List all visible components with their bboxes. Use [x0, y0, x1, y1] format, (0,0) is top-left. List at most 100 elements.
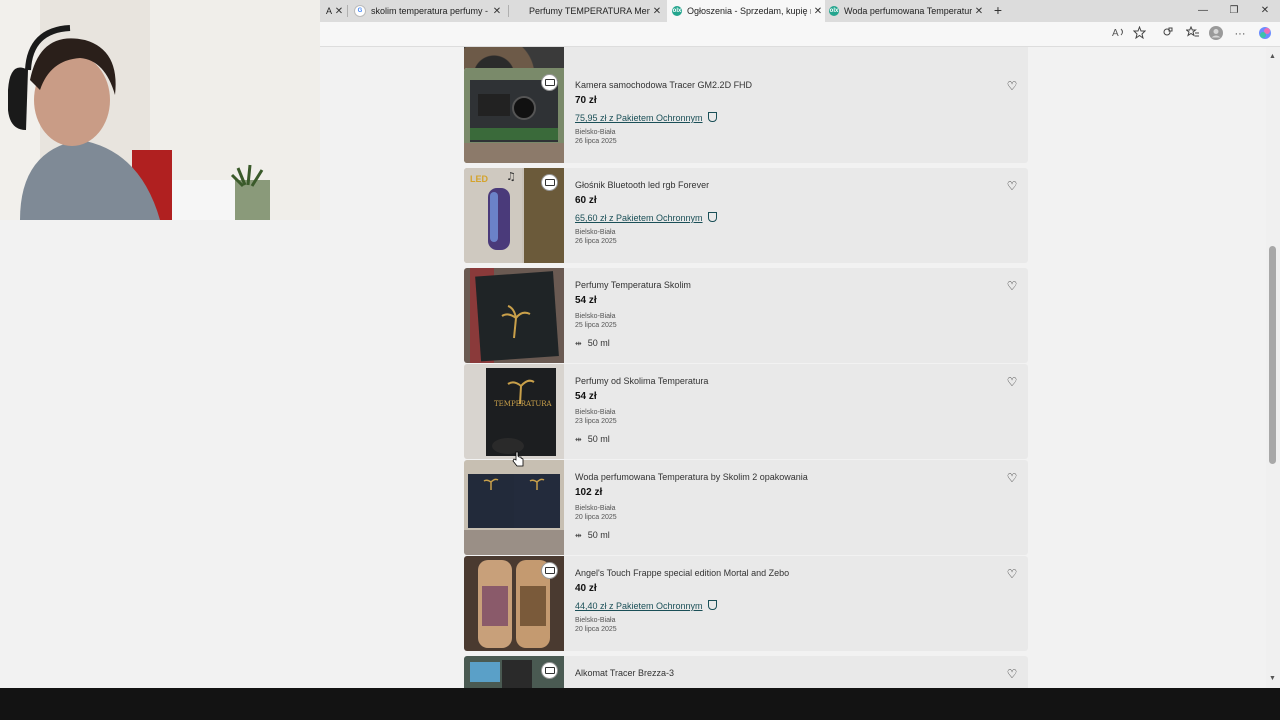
delivery-icon: [541, 562, 558, 579]
minimize-button[interactable]: —: [1188, 0, 1218, 22]
heart-icon[interactable]: ♡: [1006, 180, 1018, 192]
listing-price: 102 zł: [575, 487, 603, 498]
listing-title[interactable]: Angel's Touch Frappe special edition Mor…: [575, 568, 789, 578]
listing-location: Bielsko-Biała: [575, 129, 616, 136]
tab-3-active[interactable]: olx Ogłoszenia - Sprzedam, kupię na ✕: [667, 0, 825, 22]
listing-title[interactable]: Perfumy Temperatura Skolim: [575, 280, 691, 290]
tab-title: Perfumy TEMPERATURA Men&W: [529, 6, 650, 16]
listing-title[interactable]: Alkomat Tracer Brezza-3: [575, 668, 674, 678]
listing-card[interactable]: Woda perfumowana Temperatura by Skolim 2…: [464, 460, 1028, 555]
listing-card[interactable]: Kamera samochodowa Tracer GM2.2D FHD 70 …: [464, 68, 1028, 163]
protection-price-link[interactable]: 75,95 zł z Pakietem Ochronnym: [575, 112, 717, 123]
heart-icon[interactable]: ♡: [1006, 668, 1018, 680]
scroll-up-icon[interactable]: ▲: [1269, 53, 1276, 60]
tab-2[interactable]: Perfumy TEMPERATURA Men&W ✕: [514, 0, 664, 22]
heart-icon[interactable]: ♡: [1006, 280, 1018, 292]
protection-price-link[interactable]: 65,60 zł z Pakietem Ochronnym: [575, 212, 717, 223]
heart-icon[interactable]: ♡: [1006, 568, 1018, 580]
listing-card[interactable]: Perfumy Temperatura Skolim 54 zł Bielsko…: [464, 268, 1028, 363]
tab-1[interactable]: G skolim temperatura perfumy - Sz ✕: [354, 0, 504, 22]
listing-card[interactable]: TEMPERATURA Perfumy od Skolima Temperatu…: [464, 364, 1028, 459]
listing-photo: LED ♫: [464, 168, 564, 263]
page-icon: [514, 6, 524, 16]
more-icon[interactable]: ···: [1232, 26, 1248, 42]
listing-location: Bielsko-Biała: [575, 505, 616, 512]
screen-bottom-strip: [0, 688, 1280, 720]
tab-title: skolim temperatura perfumy - Sz: [371, 6, 490, 16]
svg-text:LED: LED: [470, 174, 489, 184]
size-icon: ⇹: [575, 339, 582, 348]
listing-location: Bielsko-Biała: [575, 313, 616, 320]
tab-title: Woda perfumowana Temperatura: [844, 6, 972, 16]
favorite-star-icon[interactable]: [1131, 25, 1147, 42]
scroll-down-icon[interactable]: ▼: [1269, 675, 1276, 682]
webcam-overlay: [0, 0, 320, 220]
close-tab-icon[interactable]: ✕: [490, 6, 504, 17]
delivery-icon: [541, 174, 558, 191]
scrollbar-thumb[interactable]: [1269, 246, 1276, 464]
delivery-icon: [541, 74, 558, 91]
listing-date: 20 lipca 2025: [575, 514, 617, 521]
listing-photo: [464, 656, 564, 688]
maximize-button[interactable]: ❐: [1219, 0, 1249, 22]
listing-title[interactable]: Głośnik Bluetooth led rgb Forever: [575, 180, 709, 190]
protection-price-link[interactable]: 44,40 zł z Pakietem Ochronnym: [575, 600, 717, 611]
listing-price: 60 zł: [575, 195, 597, 206]
listing-date: 25 lipca 2025: [575, 322, 617, 329]
close-tab-icon[interactable]: ✕: [811, 6, 825, 17]
svg-text:♫: ♫: [506, 170, 516, 183]
listing-date: 23 lipca 2025: [575, 418, 617, 425]
heart-icon[interactable]: ♡: [1006, 376, 1018, 388]
listing-location: Bielsko-Biała: [575, 409, 616, 416]
listing-price: 40 zł: [575, 583, 597, 594]
delivery-icon: [541, 662, 558, 679]
heart-icon[interactable]: ♡: [1006, 80, 1018, 92]
close-tab-icon[interactable]: ✕: [650, 6, 664, 17]
close-tab-icon[interactable]: ✕: [332, 6, 346, 17]
listing-size: ⇹ 50 ml: [575, 434, 610, 444]
shield-icon: [707, 112, 717, 122]
hand-cursor-icon: [512, 451, 524, 467]
close-window-button[interactable]: ✕: [1250, 0, 1280, 22]
tab-title: Ogłoszenia - Sprzedam, kupię na: [687, 6, 811, 16]
olx-icon: olx: [829, 6, 839, 16]
listing-card[interactable]: Alkomat Tracer Brezza-3 ♡: [464, 656, 1028, 688]
listing-photo: [464, 460, 564, 555]
google-icon: G: [354, 5, 366, 17]
listing-card[interactable]: Angel's Touch Frappe special edition Mor…: [464, 556, 1028, 651]
tab-4[interactable]: olx Woda perfumowana Temperatura ✕: [829, 0, 986, 22]
size-icon: ⇹: [575, 531, 582, 540]
page-scrollbar[interactable]: ▲ ▼: [1266, 47, 1280, 688]
read-aloud-icon[interactable]: A: [1111, 26, 1127, 42]
extensions-icon[interactable]: [1160, 26, 1176, 42]
listing-title[interactable]: Woda perfumowana Temperatura by Skolim 2…: [575, 472, 808, 482]
listing-photo: [464, 556, 564, 651]
listing-date: 20 lipca 2025: [575, 626, 617, 633]
listing-price: 70 zł: [575, 95, 597, 106]
listing-price: 54 zł: [575, 295, 597, 306]
listing-card[interactable]: LED ♫ Głośnik Bluetooth led rgb Forever …: [464, 168, 1028, 263]
listing-location: Bielsko-Biała: [575, 229, 616, 236]
svg-text:A: A: [1112, 28, 1119, 38]
listing-size: ⇹ 50 ml: [575, 530, 610, 540]
listing-photo: [464, 268, 564, 363]
new-tab-button[interactable]: +: [990, 2, 1006, 18]
svg-text:TEMPERATURA: TEMPERATURA: [494, 400, 553, 408]
heart-icon[interactable]: ♡: [1006, 472, 1018, 484]
listing-title[interactable]: Perfumy od Skolima Temperatura: [575, 376, 708, 386]
listing-photo: [464, 68, 564, 163]
size-icon: ⇹: [575, 435, 582, 444]
olx-icon: olx: [672, 6, 682, 16]
shield-icon: [707, 212, 717, 222]
listing-location: Bielsko-Biała: [575, 617, 616, 624]
listing-photo: TEMPERATURA: [464, 364, 564, 459]
listing-size: ⇹ 50 ml: [575, 338, 610, 348]
profile-icon[interactable]: [1208, 26, 1224, 42]
listing-title[interactable]: Kamera samochodowa Tracer GM2.2D FHD: [575, 80, 752, 90]
favorites-icon[interactable]: [1184, 25, 1200, 42]
listing-date: 26 lipca 2025: [575, 138, 617, 145]
close-tab-icon[interactable]: ✕: [972, 6, 986, 17]
listing-date: 26 lipca 2025: [575, 238, 617, 245]
listing-price: 54 zł: [575, 391, 597, 402]
copilot-icon[interactable]: [1257, 26, 1273, 42]
